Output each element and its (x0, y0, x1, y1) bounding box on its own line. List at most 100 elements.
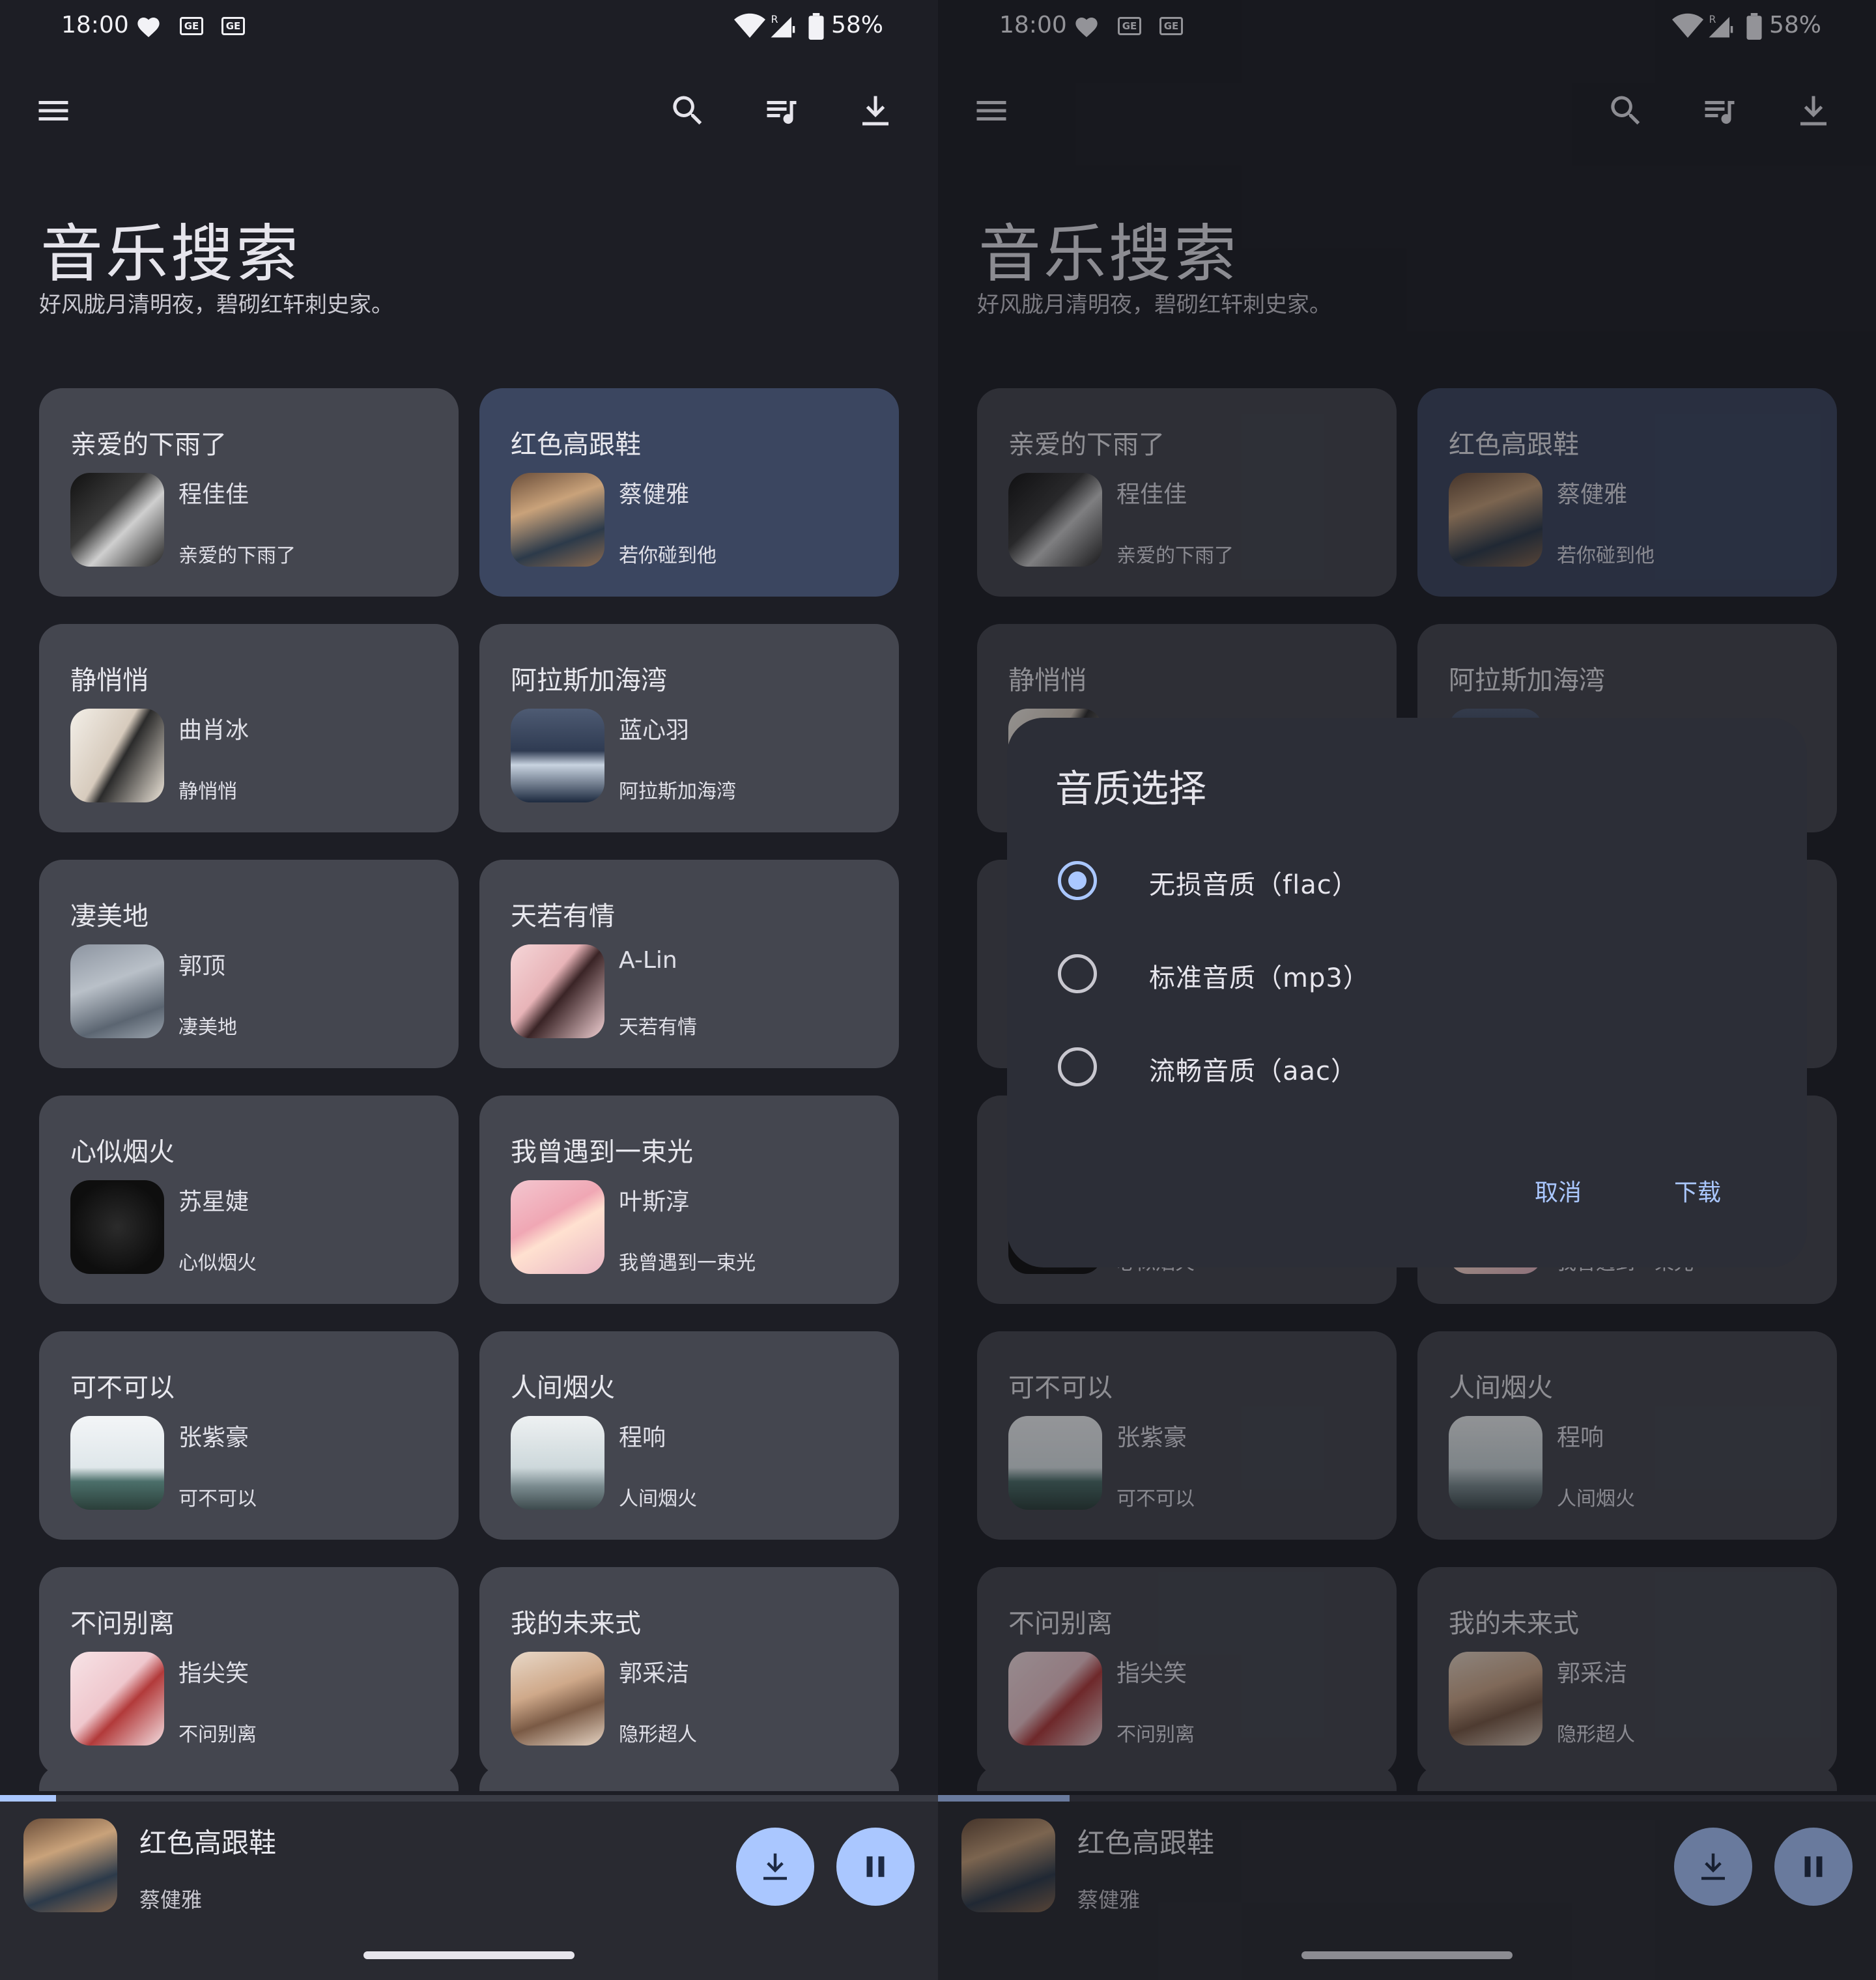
progress-bar[interactable] (0, 1795, 938, 1802)
radio-button[interactable] (1058, 861, 1097, 900)
screen-dialog: 18:00 GE GE R 58% 音乐搜索 好风胧月清明夜，碧砌红轩刺史家。 … (938, 0, 1876, 1980)
screens: 18:00 GE GE R 58% 音乐搜索 好风胧月清明夜，碧砌红轩刺史家。 … (0, 0, 1876, 1980)
sim-card-icon: GE (180, 17, 203, 35)
album-art (511, 1652, 604, 1746)
song-title: 凄美地 (70, 901, 149, 931)
album-art (70, 473, 164, 567)
sim-card-icon: GE (221, 17, 245, 35)
song-album: 静悄悄 (178, 780, 237, 803)
song-title: 不问别离 (70, 1609, 175, 1639)
player-album-art (23, 1818, 117, 1912)
dialog-title: 音质选择 (1055, 767, 1207, 811)
album-art (70, 1180, 164, 1274)
top-app-bar (0, 85, 938, 150)
song-card[interactable]: 我曾遇到一束光叶斯淳我曾遇到一束光 (479, 1096, 899, 1304)
album-art (511, 473, 604, 567)
song-album: 若你碰到他 (619, 544, 717, 567)
search-icon (673, 96, 702, 125)
song-album: 人间烟火 (619, 1488, 697, 1510)
heart-icon (137, 18, 160, 37)
album-art (511, 944, 604, 1038)
card-peek (39, 1765, 459, 1791)
cancel-button[interactable]: 取消 (1535, 1174, 1582, 1208)
wifi-icon (734, 13, 765, 38)
song-album: 天若有情 (619, 1016, 697, 1039)
song-title: 静悄悄 (70, 666, 149, 696)
song-card[interactable]: 我的未来式郭采洁隐形超人 (479, 1567, 899, 1775)
song-artist: 苏星婕 (178, 1189, 249, 1215)
battery-percent: 58% (831, 12, 884, 38)
status-bar: 18:00 GE GE R 58% (0, 0, 938, 55)
menu-button[interactable] (27, 85, 79, 137)
song-artist: 指尖笑 (178, 1660, 249, 1687)
page-subtitle: 好风胧月清明夜，碧砌红轩刺史家。 (39, 292, 393, 318)
song-card[interactable]: 天若有情A-Lin天若有情 (479, 860, 899, 1068)
player-download-button[interactable] (736, 1828, 814, 1906)
song-album: 我曾遇到一束光 (619, 1252, 756, 1275)
song-card[interactable]: 静悄悄曲肖冰静悄悄 (39, 624, 459, 832)
song-card[interactable]: 阿拉斯加海湾蓝心羽阿拉斯加海湾 (479, 624, 899, 832)
song-card[interactable]: 可不可以 张紫豪 可不可以 (39, 1331, 459, 1540)
home-indicator[interactable] (363, 1951, 575, 1959)
pause-button[interactable] (836, 1828, 915, 1906)
song-album: 心似烟火 (178, 1252, 257, 1275)
song-title: 阿拉斯加海湾 (511, 666, 667, 696)
album-art (70, 709, 164, 802)
song-artist: 张紫豪 (178, 1424, 249, 1451)
quality-option-aac[interactable]: 流畅音质（aac） (1045, 1028, 1761, 1106)
song-title: 我的未来式 (511, 1609, 641, 1639)
album-art (511, 709, 604, 802)
status-time: 18:00 (61, 12, 129, 38)
player-title: 红色高跟鞋 (139, 1827, 277, 1859)
album-art (511, 1180, 604, 1274)
song-card[interactable]: 亲爱的下雨了 程佳佳 亲爱的下雨了 (39, 388, 459, 597)
song-artist: 程佳佳 (178, 481, 249, 508)
menu-icon (38, 101, 68, 120)
search-button[interactable] (662, 85, 714, 137)
song-card[interactable]: 不问别离 指尖笑 不问别离 (39, 1567, 459, 1775)
album-art (511, 1416, 604, 1510)
album-art (70, 1416, 164, 1510)
song-artist: 蓝心羽 (619, 717, 690, 744)
song-title: 亲爱的下雨了 (70, 430, 227, 460)
album-art (70, 1652, 164, 1746)
quality-option-mp3[interactable]: 标准音质（mp3） (1045, 935, 1761, 1013)
song-artist: 程响 (619, 1424, 666, 1451)
song-title: 天若有情 (511, 901, 615, 931)
song-artist: A-Lin (619, 947, 677, 974)
song-album: 不问别离 (178, 1723, 257, 1746)
song-album: 阿拉斯加海湾 (619, 780, 736, 803)
queue-button[interactable] (756, 85, 808, 137)
player-artist: 蔡健雅 (139, 1888, 203, 1912)
song-artist: 蔡健雅 (619, 481, 690, 508)
option-label: 标准音质（mp3） (1149, 963, 1370, 993)
song-artist: 郭顶 (178, 953, 226, 980)
option-label: 无损音质（flac） (1149, 870, 1359, 900)
song-title: 心似烟火 (70, 1137, 175, 1167)
radio-button[interactable] (1058, 954, 1097, 993)
quality-dialog: 音质选择 无损音质（flac） 标准音质（mp3） 流畅音质（aac） 取消 下… (1007, 718, 1807, 1267)
quality-option-flac[interactable]: 无损音质（flac） (1045, 842, 1761, 920)
download-icon (763, 1853, 787, 1880)
song-album: 隐形超人 (619, 1723, 697, 1746)
song-artist: 曲肖冰 (178, 717, 249, 744)
song-album: 亲爱的下雨了 (178, 544, 296, 567)
song-title: 可不可以 (70, 1373, 175, 1403)
pause-icon (866, 1856, 885, 1877)
song-title: 我曾遇到一束光 (511, 1137, 693, 1167)
song-album: 凄美地 (178, 1016, 237, 1039)
song-card[interactable]: 红色高跟鞋 蔡健雅 若你碰到他 (479, 388, 899, 597)
song-card[interactable]: 心似烟火苏星婕心似烟火 (39, 1096, 459, 1304)
screen-list: 18:00 GE GE R 58% 音乐搜索 好风胧月清明夜，碧砌红轩刺史家。 … (0, 0, 938, 1980)
song-artist: 郭采洁 (619, 1660, 690, 1687)
queue-music-icon (767, 101, 797, 124)
option-label: 流畅音质（aac） (1149, 1056, 1358, 1086)
song-card[interactable]: 凄美地郭顶凄美地 (39, 860, 459, 1068)
song-card[interactable]: 人间烟火 程响 人间烟火 (479, 1331, 899, 1540)
downloads-button[interactable] (849, 85, 902, 137)
album-art (70, 944, 164, 1038)
song-album: 可不可以 (178, 1488, 257, 1510)
signal-icon: R (771, 13, 795, 38)
radio-button[interactable] (1058, 1047, 1097, 1086)
download-button[interactable]: 下载 (1674, 1174, 1721, 1208)
